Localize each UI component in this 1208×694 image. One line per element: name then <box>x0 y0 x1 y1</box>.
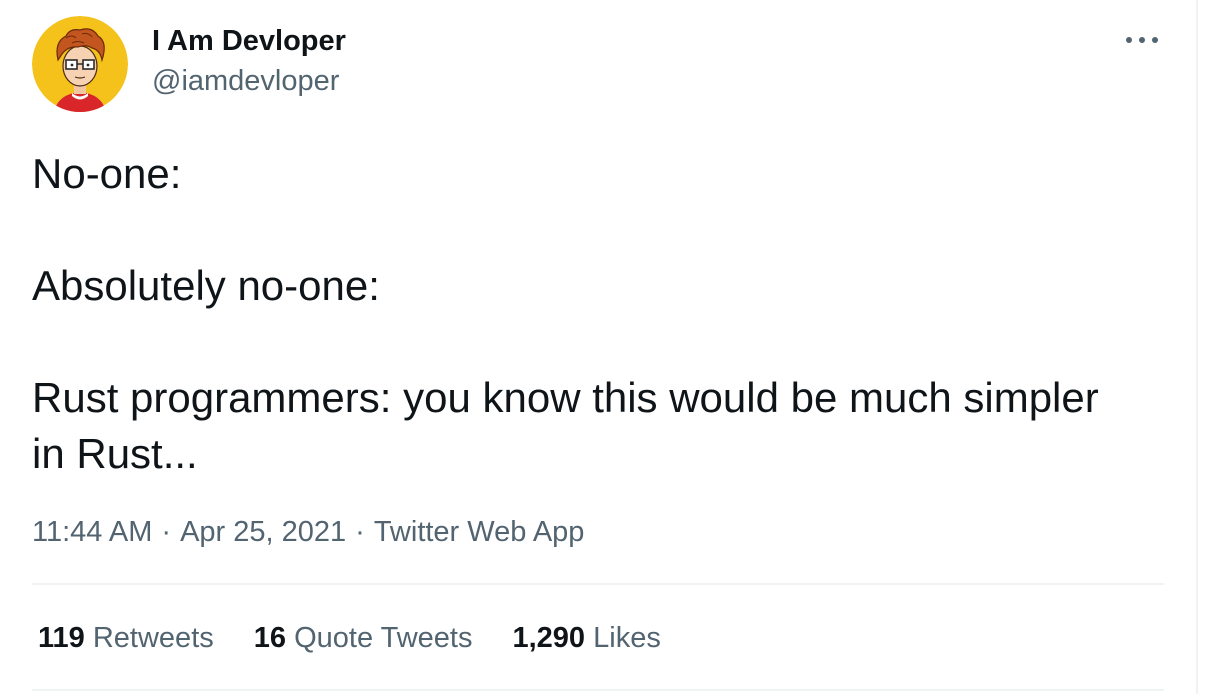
author-handle[interactable]: @iamdevloper <box>152 62 339 100</box>
tweet-line: Absolutely no-one: <box>32 262 380 309</box>
quote-tweets-stat[interactable]: 16 Quote Tweets <box>254 619 473 657</box>
quote-tweets-count: 16 <box>253 622 287 654</box>
quote-tweets-label: Quote Tweets <box>294 622 473 654</box>
author-avatar[interactable] <box>32 16 128 112</box>
retweets-stat[interactable]: 119 Retweets <box>38 619 214 657</box>
likes-label: Likes <box>593 622 661 654</box>
more-horizontal-icon <box>1126 37 1158 43</box>
tweet-source[interactable]: Twitter Web App <box>374 516 585 548</box>
avatar-image <box>32 16 128 112</box>
tweet-metadata: 11:44 AM · Apr 25, 2021 · Twitter Web App <box>32 513 584 551</box>
likes-stat[interactable]: 1,290 Likes <box>512 619 660 657</box>
tweet-date[interactable]: Apr 25, 2021 <box>180 516 346 548</box>
tweet-line: No-one: <box>32 150 182 197</box>
tweet-line: in Rust... <box>32 430 198 477</box>
divider <box>32 689 1164 691</box>
author-name[interactable]: I Am Devloper <box>152 22 346 60</box>
likes-count: 1,290 <box>512 622 586 654</box>
tweet-text: No-one: Absolutely no-one: Rust programm… <box>32 146 1172 482</box>
tweet-card: I Am Devloper @iamdevloper No-one: Absol… <box>0 0 1196 694</box>
more-options-button[interactable] <box>1122 26 1162 54</box>
retweets-label: Retweets <box>92 622 214 654</box>
retweets-count: 119 <box>38 622 85 654</box>
tweet-time[interactable]: 11:44 AM <box>32 516 152 548</box>
divider <box>32 583 1164 585</box>
separator-dot: · <box>161 516 172 548</box>
separator-dot: · <box>355 516 365 548</box>
column-border <box>1196 0 1198 694</box>
tweet-stats: 119 Retweets 16 Quote Tweets 1,290 Likes <box>38 619 701 657</box>
tweet-line: Rust programmers: you know this would be… <box>32 374 1099 421</box>
